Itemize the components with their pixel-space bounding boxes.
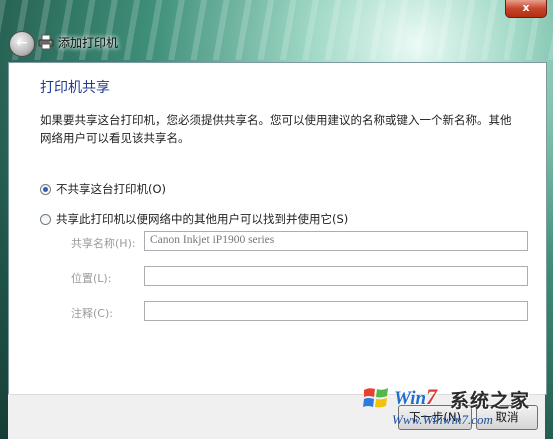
wizard-content: 打印机共享 如果要共享这台打印机，您必须提供共享名。您可以使用建议的名称或键入一… — [8, 62, 547, 395]
window-title: 添加打印机 — [58, 36, 119, 50]
share-name-field[interactable]: Canon Inkjet iP1900 series — [144, 231, 528, 251]
add-printer-window: x ← 添加打印机 打印机共享 如果要共享这台打印机，您必须提供共享名。您可以使… — [0, 0, 553, 439]
cancel-button[interactable]: 取消 — [476, 405, 538, 430]
comment-field[interactable] — [144, 301, 528, 321]
share-option[interactable]: 共享此打印机以便网络中的其他用户可以找到并使用它(S) — [40, 211, 348, 227]
next-button[interactable]: 下一步(N) — [398, 405, 472, 430]
no-share-radio[interactable] — [40, 183, 51, 195]
close-button[interactable]: x — [505, 0, 547, 18]
back-arrow-icon: ← — [16, 35, 28, 51]
share-label[interactable]: 共享此打印机以便网络中的其他用户可以找到并使用它(S) — [56, 211, 348, 227]
printer-icon — [38, 34, 54, 50]
page-description: 如果要共享这台打印机，您必须提供共享名。您可以使用建议的名称或键入一个新名称。其… — [40, 113, 512, 145]
no-share-option[interactable]: 不共享这台打印机(O) — [40, 181, 166, 197]
close-icon: x — [522, 1, 530, 14]
back-button[interactable]: ← — [9, 31, 35, 57]
share-radio[interactable] — [40, 213, 51, 225]
aero-background-rays — [0, 0, 553, 60]
no-share-label[interactable]: 不共享这台打印机(O) — [56, 181, 166, 197]
comment-label: 注释(C): — [71, 307, 113, 320]
location-label: 位置(L): — [71, 272, 112, 285]
page-heading: 打印机共享 — [40, 80, 110, 96]
location-field[interactable] — [144, 266, 528, 286]
share-name-label: 共享名称(H): — [71, 237, 136, 250]
wizard-footer: 下一步(N) 取消 — [8, 394, 545, 439]
